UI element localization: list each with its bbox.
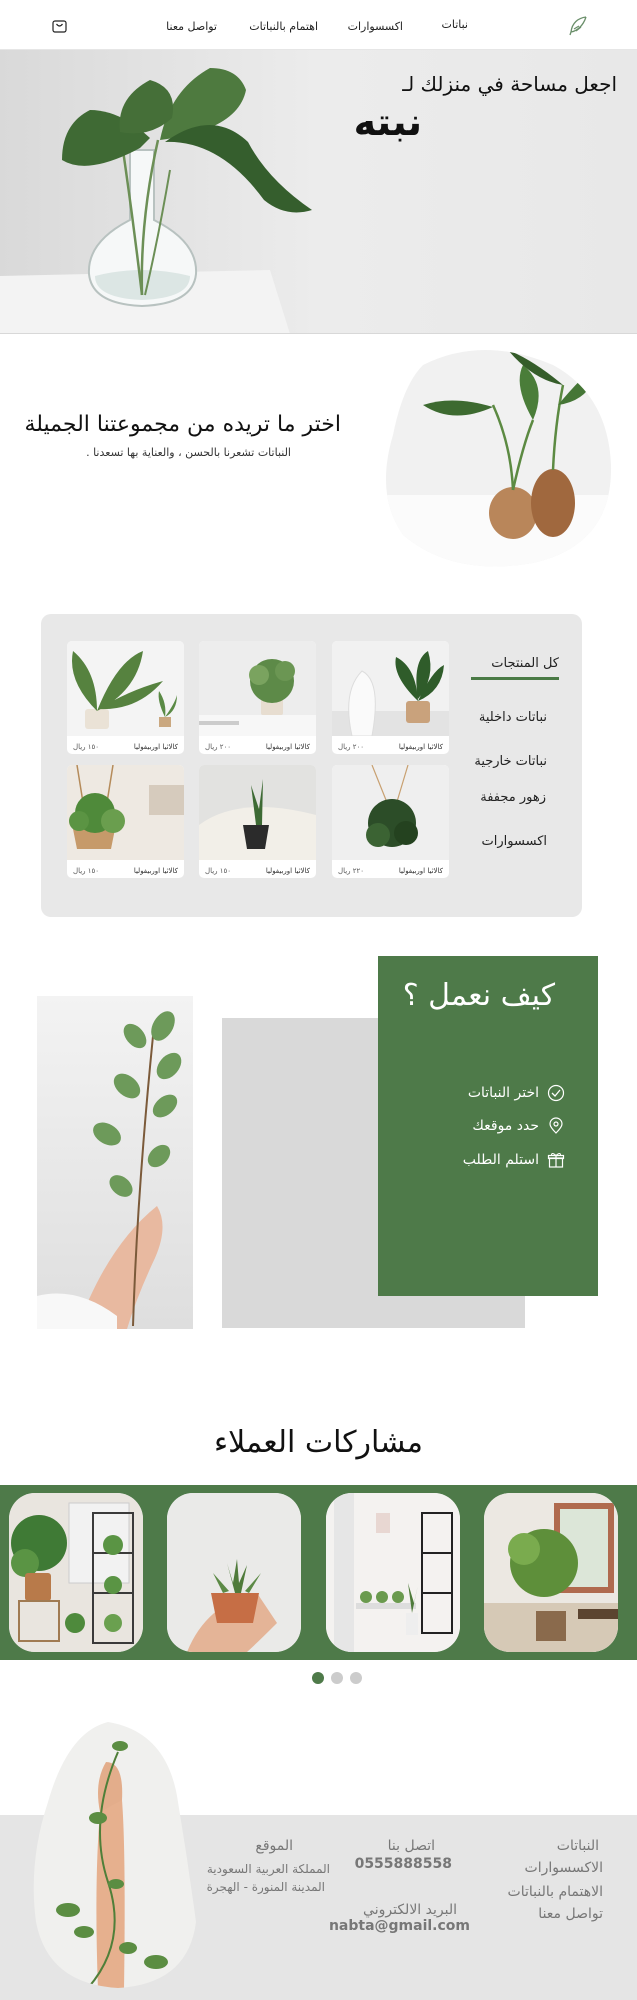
product-image <box>199 641 316 736</box>
intro-plant-blob-image <box>385 350 612 567</box>
top-nav <box>0 0 637 50</box>
product-name: كالاثيا اوربيفوليا <box>265 743 310 751</box>
nav-link-accessories[interactable]: اكسسوارات <box>348 20 403 33</box>
carousel-dot[interactable] <box>350 1672 362 1684</box>
category-all-products[interactable]: كل المنتجات <box>471 656 559 680</box>
product-image <box>199 765 316 860</box>
intro-subtitle: النباتات تشعرنا بالحسن ، والعناية بها تس… <box>86 446 291 459</box>
nav-link-plant-care[interactable]: اهتمام بالنباتات <box>249 20 318 33</box>
how-we-work-title: كيف نعمل ؟ <box>402 978 555 1013</box>
footer-link-plant-care[interactable]: الاهتمام بالنباتات <box>508 1884 603 1900</box>
step-label: حدد موقعك <box>472 1118 539 1134</box>
product-price: ١٥٠ ريال <box>73 867 100 875</box>
product-card[interactable]: كالاثيا اوربيفوليا ٢٠٠ ريال <box>199 641 316 754</box>
check-circle-icon <box>547 1084 565 1102</box>
product-price: ١٥٠ ريال <box>73 743 100 751</box>
step-label: استلم الطلب <box>462 1152 539 1168</box>
shopping-bag-icon[interactable] <box>51 17 68 34</box>
footer-email[interactable]: nabta@gmail.com <box>329 1918 470 1934</box>
footer-vine-hand-image <box>33 1722 197 1988</box>
customer-photo-card[interactable] <box>9 1493 143 1652</box>
customer-photo-card[interactable] <box>167 1493 301 1652</box>
hand-holding-branch-image <box>37 996 193 1329</box>
product-name: كالاثيا اوربيفوليا <box>265 867 310 875</box>
category-dried-flowers[interactable]: زهور مجففة <box>480 790 546 805</box>
carousel-dot[interactable] <box>331 1672 343 1684</box>
product-image <box>332 765 449 860</box>
customer-photo <box>484 1493 618 1652</box>
footer-location-title: الموقع <box>255 1838 293 1854</box>
product-image <box>67 641 184 736</box>
step-label: اختر النباتات <box>467 1085 539 1101</box>
footer-link-plants[interactable]: النباتات <box>557 1838 599 1854</box>
product-image <box>67 765 184 860</box>
step-receive-order: استلم الطلب <box>463 1151 565 1169</box>
product-name: كالاثيا اوربيفوليا <box>133 743 178 751</box>
footer-location-city: المدينة المنورة - الهجرة <box>206 1880 325 1894</box>
customer-photo <box>326 1493 460 1652</box>
customers-section-title: مشاركات العملاء <box>214 1425 423 1460</box>
customer-photo-card[interactable] <box>326 1493 460 1652</box>
nav-link-contact[interactable]: تواصل معنا <box>166 20 217 33</box>
product-name: كالاثيا اوربيفوليا <box>133 867 178 875</box>
step-set-location: حدد موقعك <box>472 1117 565 1135</box>
product-price: ٢٠٠ ريال <box>338 743 365 751</box>
product-price: ٢٢٠ ريال <box>338 867 365 875</box>
category-accessories[interactable]: اكسسوارات <box>482 834 547 849</box>
product-card[interactable]: كالاثيا اوربيفوليا ١٥٠ ريال <box>67 641 184 754</box>
feather-logo-icon[interactable] <box>566 14 590 38</box>
carousel-dot-active[interactable] <box>312 1672 324 1684</box>
intro-title: اختر ما تريده من مجموعتنا الجميلة <box>24 412 341 437</box>
product-card[interactable]: كالاثيا اوربيفوليا ٢٠٠ ريال <box>332 641 449 754</box>
product-image <box>332 641 449 736</box>
footer-link-accessories[interactable]: الاكسسوارات <box>525 1860 603 1876</box>
product-name: كالاثيا اوربيفوليا <box>398 867 443 875</box>
product-price: ٢٠٠ ريال <box>205 743 232 751</box>
footer-email-title: البريد الالكتروني <box>363 1902 457 1918</box>
category-outdoor-plants[interactable]: نباتات خارجية <box>474 754 547 769</box>
product-card[interactable]: كالاثيا اوربيفوليا ١٥٠ ريال <box>199 765 316 878</box>
product-name: كالاثيا اوربيفوليا <box>398 743 443 751</box>
hero-tagline: اجعل مساحة في منزلك لـ <box>402 72 617 96</box>
customer-photo <box>9 1493 143 1652</box>
gift-icon <box>547 1152 565 1168</box>
footer-location-country: المملكة العربية السعودية <box>206 1862 330 1876</box>
product-card[interactable]: كالاثيا اوربيفوليا ٢٢٠ ريال <box>332 765 449 878</box>
customer-photo-card[interactable] <box>484 1493 618 1652</box>
footer-link-contact[interactable]: تواصل معنا <box>538 1906 603 1922</box>
nav-link-plants[interactable]: نباتات <box>441 18 468 31</box>
footer-phone[interactable]: 0555888558 <box>355 1856 452 1872</box>
step-choose-plants: اختر النباتات <box>468 1084 565 1102</box>
hero-brand-word: نبته <box>353 100 422 144</box>
footer-contact-title: اتصل بنا <box>387 1838 435 1854</box>
customer-photo <box>167 1493 301 1652</box>
category-indoor-plants[interactable]: نباتات داخلية <box>479 710 547 725</box>
product-price: ١٥٠ ريال <box>205 867 232 875</box>
product-card[interactable]: كالاثيا اوربيفوليا ١٥٠ ريال <box>67 765 184 878</box>
location-pin-icon <box>549 1117 563 1134</box>
